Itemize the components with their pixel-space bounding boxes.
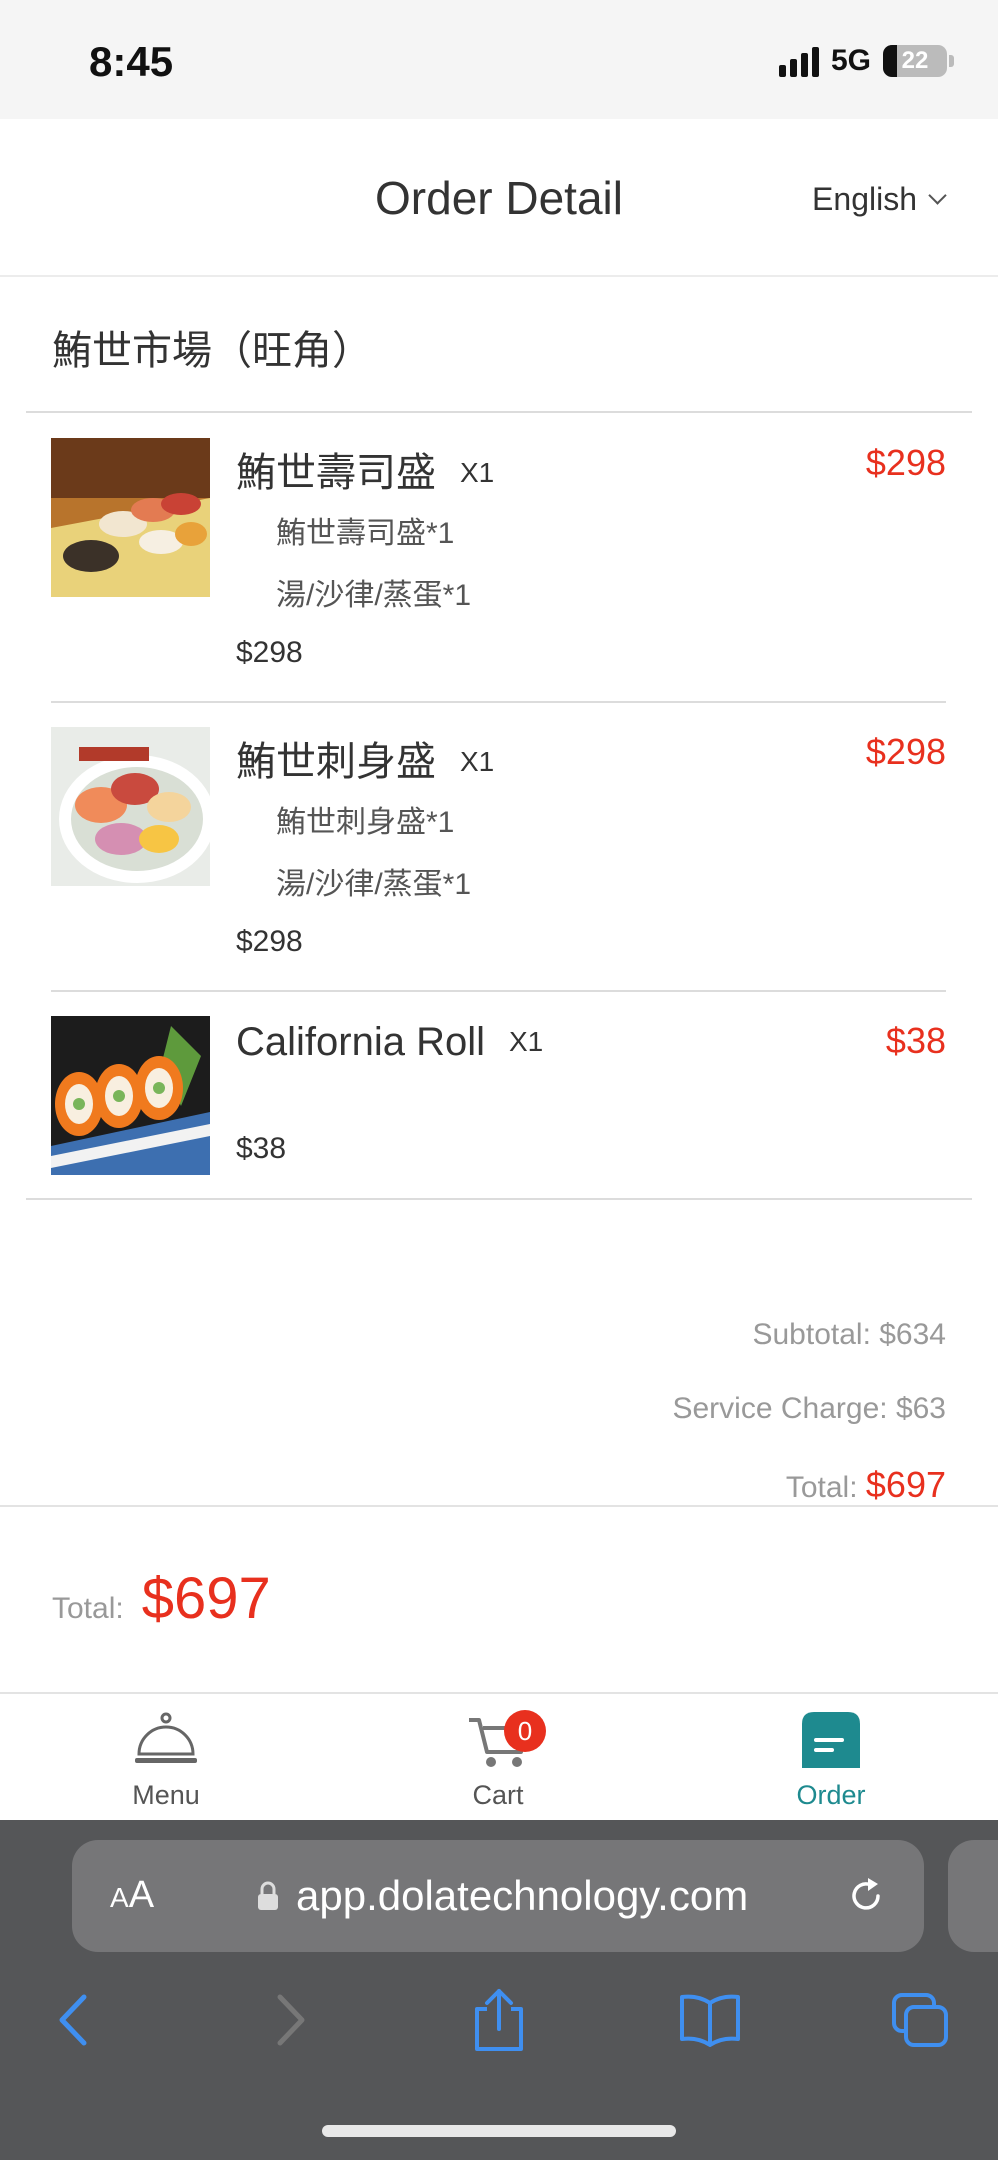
subtotal-value: $634 [879,1318,946,1351]
browser-nav-row [0,1980,998,2060]
divider [26,411,972,413]
item-image [51,438,210,597]
tab-cart[interactable]: 0 Cart [398,1710,598,1811]
service-charge-value: $63 [895,1392,946,1425]
divider [51,990,946,992]
item-option: 鮪世壽司盛*1 [276,517,455,550]
divider [51,701,946,703]
footer-total-amount: $697 [141,1566,271,1631]
status-indicators: 5G 22 [778,44,954,78]
item-price: $298 [865,442,946,483]
item-name: California Roll X1 [236,1020,544,1064]
footer-total: Total: $697 [52,1565,271,1632]
subtotal-row: Subtotal: $634 [752,1318,946,1352]
list-item: 鮪世刺身盛 X1 $298 鮪世刺身盛*1 湯/沙律/蒸蛋*1 $298 [51,727,946,991]
total-label: Total: [785,1471,858,1504]
book-icon [680,1994,740,2047]
service-charge-label: Service Charge: [672,1392,888,1425]
item-option: 鮪世刺身盛*1 [276,806,455,839]
item-price: $298 [865,731,946,772]
forward-button[interactable] [250,1980,330,2060]
item-option: 湯/沙律/蒸蛋*1 [276,868,472,901]
order-icon [802,1712,860,1768]
cart-badge: 0 [504,1710,546,1752]
item-qty: X1 [460,457,495,488]
battery-level: 22 [901,47,929,74]
cloche-icon [135,1712,197,1763]
list-item: California Roll X1 $38 $38 [51,1016,946,1196]
tab-order[interactable]: Order [731,1710,931,1811]
chevron-left-icon [59,1994,87,2046]
item-qty: X1 [508,1026,544,1057]
status-time: 8:45 [89,38,174,85]
shop-name: 鮪世市場（旺角） [52,329,372,373]
item-option: 湯/沙律/蒸蛋*1 [276,579,472,612]
item-image [51,727,210,886]
divider [26,1198,972,1200]
tabs-button[interactable] [880,1980,960,2060]
bookmarks-button[interactable] [670,1980,750,2060]
item-base-price: $298 [236,636,303,669]
browser-toolbar: AA app.dolatechnology.com [0,1820,998,2160]
back-button[interactable] [34,1980,114,2060]
list-item: 鮪世壽司盛 X1 $298 鮪世壽司盛*1 湯/沙律/蒸蛋*1 $298 [51,438,946,702]
home-indicator [322,2125,676,2137]
service-charge-row: Service Charge: $63 [672,1392,946,1426]
chevron-down-icon [928,186,947,205]
item-name: 鮪世壽司盛 X1 [236,451,495,495]
item-image [51,1016,210,1175]
next-tab-preview[interactable] [948,1840,998,1952]
language-selector[interactable]: English [812,181,947,218]
footer-total-label: Total: [52,1592,124,1625]
subtotal-label: Subtotal: [752,1318,871,1351]
tab-cart-label: Cart [472,1780,524,1810]
lock-icon [258,1881,278,1910]
item-name: 鮪世刺身盛 X1 [236,740,495,784]
chevron-right-icon [277,1994,305,2046]
item-base-price: $298 [236,925,303,958]
address-bar[interactable]: AA app.dolatechnology.com [72,1840,924,1952]
share-icon [475,1989,523,2051]
language-label: English [812,181,917,217]
divider [0,1505,998,1507]
tabs-icon [892,1993,948,2047]
signal-icon [778,45,819,77]
reload-icon[interactable] [844,1874,888,1918]
url-text: app.dolatechnology.com [296,1872,749,1919]
item-price: $38 [885,1020,946,1061]
total-row: Total: $697 [786,1464,946,1506]
tab-order-label: Order [796,1780,866,1810]
page-header: Order Detail English [0,119,998,277]
item-base-price: $38 [236,1132,287,1165]
tab-menu[interactable]: Menu [66,1710,266,1811]
battery-icon: 22 [883,45,947,77]
bottom-tab-bar: Menu 0 Cart Order [0,1692,998,1820]
tab-menu-label: Menu [132,1780,200,1810]
reader-text-size-button[interactable]: AA [110,1874,154,1917]
network-type: 5G [830,44,871,77]
status-bar: 8:45 5G 22 [0,0,998,119]
total-value: $697 [865,1464,946,1505]
item-qty: X1 [460,746,495,777]
share-button[interactable] [459,1980,539,2060]
